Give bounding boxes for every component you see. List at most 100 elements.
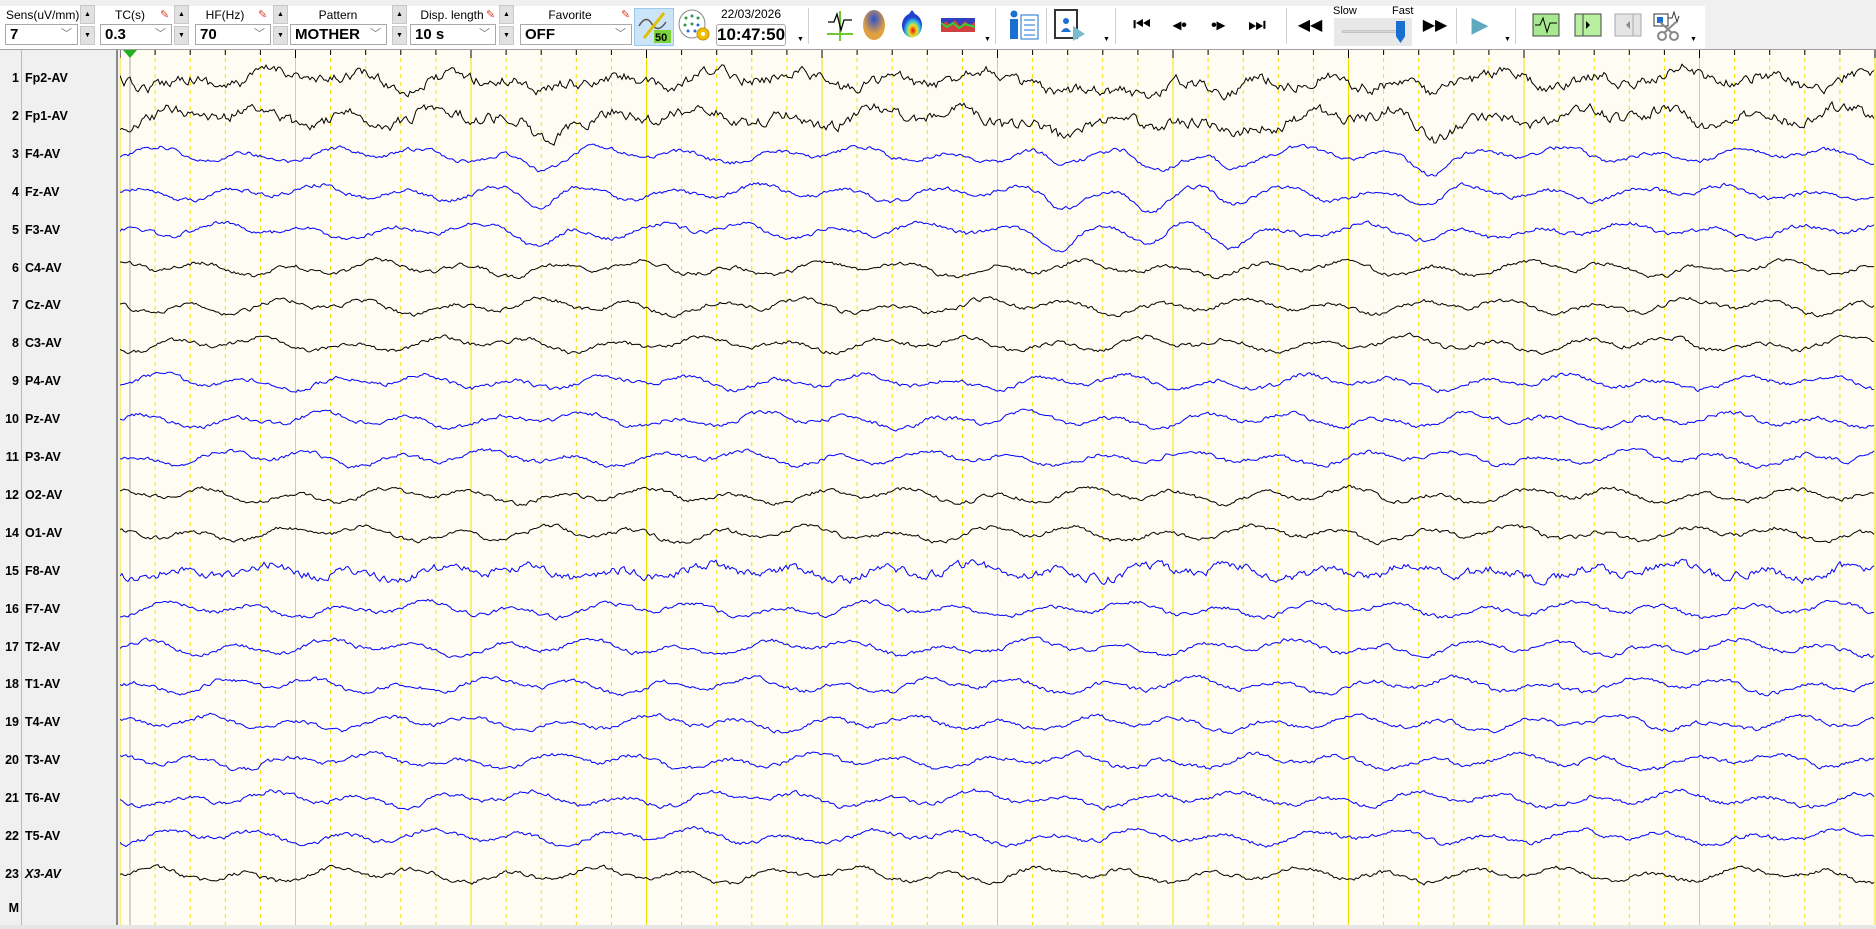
notch-filter-icon: 50 xyxy=(638,12,671,44)
video-button[interactable] xyxy=(1053,8,1087,42)
channel-label[interactable]: 2 Fp1-AV xyxy=(0,109,118,125)
channel-number: 22 xyxy=(5,829,19,843)
clip-video-button[interactable] xyxy=(1652,8,1682,42)
channel-label[interactable]: 14 O1-AV xyxy=(0,526,118,542)
playback-speed-slider[interactable] xyxy=(1334,18,1412,46)
channel-number: 9 xyxy=(12,374,19,389)
chevron-down-icon: ﹀ xyxy=(370,28,381,40)
step-back-button[interactable]: ◂• xyxy=(1168,8,1192,42)
notch-filter-button[interactable]: 50 xyxy=(634,8,674,46)
channel-label[interactable]: 1 Fp2-AV xyxy=(0,71,118,87)
channel-number: 20 xyxy=(5,753,19,768)
disp-length-label: Disp. length xyxy=(420,8,484,22)
disp-length-select[interactable]: 10 s ﹀ xyxy=(410,24,496,45)
dropdown-arrow-icon[interactable]: ▼ xyxy=(1504,36,1511,43)
channel-name: O2-AV xyxy=(25,487,63,502)
channel-number: 19 xyxy=(5,715,19,730)
up-arrow-icon[interactable]: ▲ xyxy=(80,5,95,24)
channel-name: C3-AV xyxy=(25,336,62,351)
favorite-select[interactable]: OFF ﹀ xyxy=(520,24,632,45)
event-trace-button[interactable] xyxy=(1532,8,1560,42)
dropdown-arrow-icon[interactable]: ▼ xyxy=(1103,36,1110,43)
channel-label[interactable]: 7 Cz-AV xyxy=(0,298,118,314)
channel-label[interactable]: 16 F7-AV xyxy=(0,602,118,618)
dropdown-arrow-icon[interactable]: ▼ xyxy=(984,36,991,43)
channel-label[interactable]: 4 Fz-AV xyxy=(0,185,118,201)
channel-label-panel: 1 Fp2-AV 2 Fp1-AV 3 F4-AV 4 Fz-AV 5 F3-AV 6 C4-AV 7 C… xyxy=(0,50,118,929)
up-arrow-icon[interactable]: ▲ xyxy=(392,5,407,24)
channel-label[interactable]: 8 C3-AV xyxy=(0,336,118,352)
montage-settings-button[interactable] xyxy=(676,8,712,42)
speed-slow-label: Slow xyxy=(1333,5,1357,17)
eeg-trace-area[interactable] xyxy=(119,50,1876,925)
marker-label: M xyxy=(8,900,19,915)
channel-label[interactable]: 18 T1-AV xyxy=(0,677,118,693)
prev-page-button[interactable] xyxy=(1614,8,1642,42)
dropdown-arrow-icon[interactable]: ▼ xyxy=(1690,36,1697,43)
head-map-button[interactable] xyxy=(860,8,888,42)
speed-fast-label: Fast xyxy=(1392,5,1414,17)
step-forward-button[interactable]: •▸ xyxy=(1206,8,1230,42)
pencil-icon[interactable]: ✎ xyxy=(486,8,495,21)
horizontal-scrollbar[interactable] xyxy=(0,925,1876,929)
channel-label[interactable]: 15 F8-AV xyxy=(0,564,118,580)
disp-length-spinner[interactable]: ▲ ▼ xyxy=(499,5,514,45)
fast-forward-button[interactable]: ▶▶ xyxy=(1422,8,1448,42)
skip-to-end-button[interactable]: ⏭ xyxy=(1245,8,1269,42)
electrode-cap-gear-icon xyxy=(678,9,710,41)
channel-label[interactable]: 5 F3-AV xyxy=(0,223,118,239)
spectrum-button[interactable] xyxy=(940,8,976,42)
eeg-traces xyxy=(119,50,1876,925)
pencil-icon[interactable]: ✎ xyxy=(621,8,630,21)
play-button[interactable]: ▶ xyxy=(1468,8,1492,42)
up-arrow-icon[interactable]: ▲ xyxy=(174,5,189,24)
down-arrow-icon[interactable]: ▼ xyxy=(499,26,514,45)
channel-label[interactable]: 21 T6-AV xyxy=(0,791,118,807)
topomap-button[interactable] xyxy=(900,8,924,42)
channel-label[interactable]: 23 X3-AV xyxy=(0,867,118,883)
tc-select[interactable]: 0.3 ﹀ xyxy=(100,24,172,45)
channel-number: 16 xyxy=(5,601,19,616)
slider-thumb[interactable] xyxy=(1396,21,1405,43)
patient-info-button[interactable] xyxy=(1007,8,1041,42)
sens-select[interactable]: 7 ﹀ xyxy=(5,24,78,45)
pattern-spinner[interactable]: ▲ ▼ xyxy=(392,5,407,45)
pencil-icon[interactable]: ✎ xyxy=(258,8,267,21)
next-page-button[interactable] xyxy=(1574,8,1602,42)
channel-label[interactable]: 19 T4-AV xyxy=(0,715,118,731)
hf-spinner[interactable]: ▲ ▼ xyxy=(273,5,288,45)
down-arrow-icon[interactable]: ▼ xyxy=(174,26,189,45)
event-marker-button[interactable] xyxy=(825,8,855,42)
up-arrow-icon[interactable]: ▲ xyxy=(273,5,288,24)
channel-label[interactable]: 3 F4-AV xyxy=(0,147,118,163)
pencil-icon[interactable]: ✎ xyxy=(160,8,169,21)
channel-name: P3-AV xyxy=(25,450,61,464)
channel-label[interactable]: 17 T2-AV xyxy=(0,640,118,656)
step-back-icon: ◂• xyxy=(1173,17,1187,34)
channel-label[interactable]: 9 P4-AV xyxy=(0,374,118,390)
patient-info-icon xyxy=(1010,10,1039,40)
hf-select[interactable]: 70 ﹀ xyxy=(195,24,271,45)
channel-number: 4 xyxy=(12,184,19,199)
down-arrow-icon[interactable]: ▼ xyxy=(392,26,407,45)
channel-label[interactable]: 12 O2-AV xyxy=(0,488,118,504)
marker-row-label: M xyxy=(0,901,118,917)
channel-label[interactable]: 6 C4-AV xyxy=(0,261,118,277)
dropdown-arrow-icon[interactable]: ▼ xyxy=(797,36,804,43)
rewind-button[interactable]: ◀◀ xyxy=(1297,8,1323,42)
chevron-down-icon: ﹀ xyxy=(155,28,166,40)
play-icon: ▶ xyxy=(1471,12,1489,37)
channel-label[interactable]: 20 T3-AV xyxy=(0,753,118,769)
down-arrow-icon[interactable]: ▼ xyxy=(80,26,95,45)
down-arrow-icon[interactable]: ▼ xyxy=(273,26,288,45)
sens-spinner[interactable]: ▲ ▼ xyxy=(80,5,95,45)
pattern-select[interactable]: MOTHER ﹀ xyxy=(290,24,387,45)
up-arrow-icon[interactable]: ▲ xyxy=(499,5,514,24)
channel-label[interactable]: 22 T5-AV xyxy=(0,829,118,845)
channel-number: 7 xyxy=(12,298,19,313)
skip-to-start-button[interactable]: ⏮ xyxy=(1130,8,1154,42)
channel-label[interactable]: 11 P3-AV xyxy=(0,450,118,466)
tc-spinner[interactable]: ▲ ▼ xyxy=(174,5,189,45)
channel-label[interactable]: 10 Pz-AV xyxy=(0,412,118,428)
channel-name: F8-AV xyxy=(25,563,61,578)
